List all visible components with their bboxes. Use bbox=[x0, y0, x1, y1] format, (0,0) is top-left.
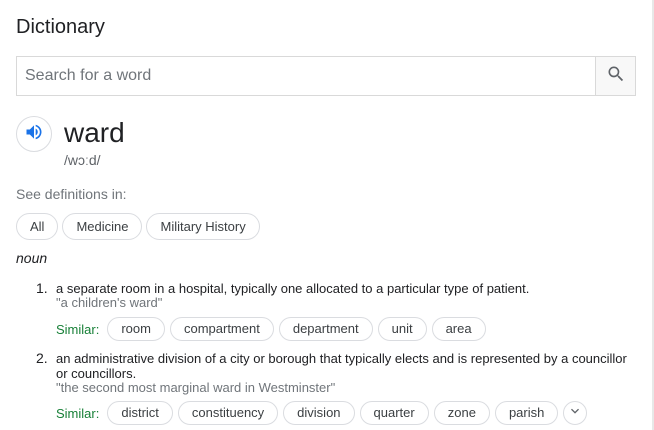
speaker-icon bbox=[24, 122, 44, 147]
part-of-speech: noun bbox=[16, 250, 48, 266]
definition-example: "a children's ward" bbox=[56, 295, 163, 310]
search-input[interactable] bbox=[17, 57, 595, 95]
similar-chip-constituency[interactable]: constituency bbox=[177, 401, 279, 425]
similar-chip-parish[interactable]: parish bbox=[494, 401, 559, 425]
see-definitions-label: See definitions in: bbox=[16, 186, 127, 202]
headword: ward bbox=[64, 117, 125, 148]
pronunciation-button[interactable] bbox=[16, 116, 52, 152]
category-chip-military-history[interactable]: Military History bbox=[146, 213, 260, 240]
similar-chip-district[interactable]: district bbox=[107, 401, 173, 425]
definition-text: an administrative division of a city or … bbox=[56, 351, 627, 381]
similar-label: Similar: bbox=[56, 321, 100, 337]
search-box bbox=[16, 56, 636, 96]
similar-chip-quarter[interactable]: quarter bbox=[359, 401, 429, 425]
similar-chip-unit[interactable]: unit bbox=[377, 317, 427, 341]
definition-text: a separate room in a hospital, typically… bbox=[56, 281, 530, 296]
similar-words: Similar: room compartment department uni… bbox=[56, 317, 486, 341]
definition-number: 2. bbox=[36, 350, 48, 366]
search-button[interactable] bbox=[595, 57, 635, 95]
similar-chip-department[interactable]: department bbox=[278, 317, 373, 341]
similar-chip-compartment[interactable]: compartment bbox=[169, 317, 274, 341]
similar-label: Similar: bbox=[56, 405, 100, 421]
show-more-similar-button[interactable] bbox=[563, 401, 588, 425]
similar-words: Similar: district constituency division … bbox=[56, 401, 588, 425]
chevron-down-icon bbox=[567, 403, 583, 424]
definition-number: 1. bbox=[36, 280, 48, 296]
similar-chip-zone[interactable]: zone bbox=[433, 401, 490, 425]
category-chips: All Medicine Military History bbox=[16, 213, 260, 240]
category-chip-medicine[interactable]: Medicine bbox=[62, 213, 143, 240]
similar-chip-area[interactable]: area bbox=[431, 317, 486, 341]
similar-chip-room[interactable]: room bbox=[107, 317, 165, 341]
category-chip-all[interactable]: All bbox=[16, 213, 59, 240]
similar-chip-division[interactable]: division bbox=[283, 401, 355, 425]
definition-example: "the second most marginal ward in Westmi… bbox=[56, 380, 336, 395]
page-title: Dictionary bbox=[16, 16, 105, 38]
search-icon bbox=[606, 64, 626, 89]
phonetic-spelling: /wɔːd/ bbox=[64, 152, 101, 168]
